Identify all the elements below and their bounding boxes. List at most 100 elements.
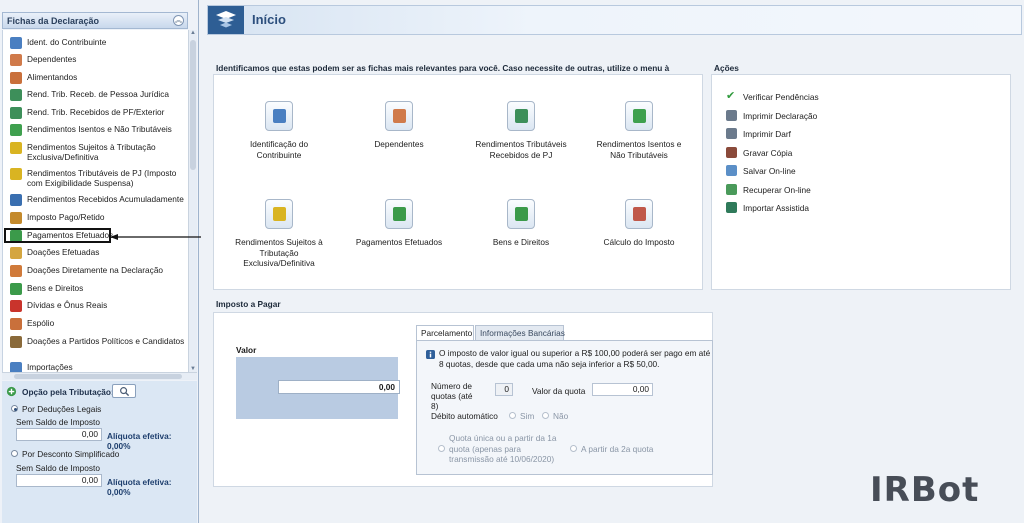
coin-icon — [10, 212, 22, 224]
sidebar-item-label: Bens e Direitos — [27, 283, 84, 293]
sidebar-item-6[interactable]: Rendimentos Isentos e Não Tributáveis — [3, 123, 188, 139]
acao-7[interactable]: Importar Assistida — [726, 202, 876, 214]
acoes-list: ✔ Verificar Pendências Imprimir Declaração… — [711, 74, 1011, 290]
money-bag-icon — [10, 283, 22, 295]
ficha-shortcut-8[interactable]: Cálculo do Imposto — [589, 199, 689, 279]
person-icon — [265, 101, 293, 131]
ficha-shortcut-1[interactable]: Identificação do Contribuinte — [229, 101, 329, 181]
quota-unica-label: Quota única ou a partir da 1a quota (ape… — [449, 433, 557, 464]
sidebar-item-14[interactable]: Bens e Direitos — [3, 282, 188, 298]
money-transfer-icon — [10, 89, 22, 101]
sidebar-item-3[interactable]: Alimentandos — [3, 71, 188, 87]
sidebar-item-10[interactable]: Imposto Pago/Retido — [3, 211, 188, 227]
check-doc-icon — [625, 101, 653, 131]
acao-1[interactable]: ✔ Verificar Pendências — [726, 91, 876, 103]
ficha-shortcut-3[interactable]: Rendimentos Tributáveis Recebidos de PJ — [471, 101, 571, 181]
sidebar-item-8[interactable]: Rendimentos Tributáveis de PJ (Imposto c… — [3, 167, 188, 189]
ficha-shortcut-5[interactable]: Rendimentos Sujeitos à Tributação Exclus… — [229, 199, 329, 279]
receita-logo-icon — [208, 6, 244, 34]
fichas-menu: Ident. do Contribuinte Dependentes Aliment… — [2, 30, 188, 372]
simplificado-value-field: 0,00 — [16, 474, 102, 487]
acao-3[interactable]: Imprimir Darf — [726, 128, 876, 140]
cloud-upload-icon — [726, 165, 737, 176]
radio-deducoes-legais[interactable] — [11, 405, 18, 412]
chevron-double-up-icon[interactable]: ︽ — [173, 15, 184, 26]
num-quotas-field[interactable]: 0 — [495, 383, 513, 396]
sidebar-item-18[interactable]: Importações — [3, 361, 188, 372]
sidebar-item-16[interactable]: Espólio — [3, 317, 188, 333]
ficha-shortcut-4[interactable]: Rendimentos Isentos e Não Tributáveis — [589, 101, 689, 181]
acao-6[interactable]: Recuperar On-line — [726, 183, 876, 196]
sidebar-item-label: Doações Efetuadas — [27, 247, 100, 257]
money-transfer-icon — [507, 101, 535, 131]
handshake-icon — [10, 336, 22, 348]
deducoes-aliquota: Alíquota efetiva: 0,00% — [107, 431, 172, 451]
acao-label: Verificar Pendências — [743, 92, 819, 102]
acao-label: Imprimir Declaração — [743, 110, 818, 121]
fichas-panel: Identificamos que estas podem ser as fic… — [213, 55, 703, 290]
acao-5[interactable]: Salvar On-line — [726, 165, 876, 177]
refresh-icon — [10, 194, 22, 206]
pointer-arrow — [110, 234, 214, 240]
acao-label: Salvar On-line — [743, 166, 796, 176]
family-icon — [10, 72, 22, 84]
sidebar-item-17[interactable]: Doações a Partidos Políticos e Candidato… — [3, 335, 188, 357]
person-icon — [10, 37, 22, 49]
radio-desconto-simplificado[interactable] — [11, 450, 18, 457]
radio-debito-sim[interactable] — [509, 412, 516, 419]
house-icon — [10, 318, 22, 330]
scroll-up-icon[interactable]: ▲ — [190, 30, 196, 36]
ficha-label: Identificação do Contribuinte — [249, 139, 309, 160]
sidebar-item-9[interactable]: Rendimentos Recebidos Acumuladamente — [3, 193, 188, 209]
parcelamento-content: O imposto de valor igual ou superior a R… — [416, 340, 713, 475]
menu-scroll-thumb[interactable] — [190, 40, 196, 170]
debito-nao-label: Não — [553, 411, 569, 421]
acao-2[interactable]: Imprimir Declaração — [726, 109, 876, 122]
money-transfer-icon — [10, 107, 22, 119]
sidebar-item-15[interactable]: Dívidas e Ônus Reais — [3, 299, 188, 315]
sidebar-title: Fichas da Declaração — [7, 16, 100, 26]
sidebar-item-label: Alimentandos — [27, 72, 78, 82]
radio-quota-unica[interactable] — [438, 445, 445, 452]
ficha-shortcut-2[interactable]: Dependentes — [349, 101, 449, 181]
tributacao-header: Opção pela Tributação: — [4, 383, 196, 399]
sidebar-item-1[interactable]: Ident. do Contribuinte — [3, 36, 188, 52]
sidebar-item-label: Rend. Trib. Recebidos de PF/Exterior — [27, 107, 165, 117]
sidebar-item-5[interactable]: Rend. Trib. Recebidos de PF/Exterior — [3, 106, 188, 122]
acao-4[interactable]: Gravar Cópia — [726, 146, 876, 159]
down-arrow-icon — [10, 300, 22, 312]
num-quotas-label: Número de quotas (até 8) — [431, 381, 473, 411]
ficha-shortcut-7[interactable]: Bens e Direitos — [471, 199, 571, 279]
sidebar-item-label: Rend. Trib. Receb. de Pessoa Jurídica — [27, 89, 170, 99]
top-bar: Início — [207, 5, 1022, 35]
sidebar-item-label: Importações — [27, 362, 73, 372]
option-simplificado-label: Por Desconto Simplificado — [22, 449, 120, 459]
tax-option-icon — [6, 386, 17, 397]
radio-debito-nao[interactable] — [542, 412, 549, 419]
sidebar-header: Fichas da Declaração ︽ — [2, 12, 188, 29]
menu-scrollbar[interactable]: ▲ ▼ — [188, 30, 197, 372]
search-button[interactable] — [112, 384, 136, 398]
menu-horizontal-scrollbar[interactable] — [2, 372, 197, 380]
tab-parcelamento[interactable]: Parcelamento — [416, 325, 474, 341]
imposto-panel: Valor 0,00 Parcelamento Informações Banc… — [213, 312, 713, 487]
search-icon — [120, 387, 130, 397]
sidebar-item-2[interactable]: Dependentes — [3, 53, 188, 69]
hscroll-thumb[interactable] — [14, 374, 182, 379]
tributacao-panel: Opção pela Tributação: Por Deduções Lega… — [2, 381, 197, 523]
sidebar-item-4[interactable]: Rend. Trib. Receb. de Pessoa Jurídica — [3, 88, 188, 104]
percent-icon — [625, 199, 653, 229]
sidebar-item-label: Imposto Pago/Retido — [27, 212, 105, 222]
card-icon — [385, 199, 413, 229]
irbot-watermark: IRBot — [870, 470, 980, 510]
radio-segunda-quota[interactable] — [570, 445, 577, 452]
sidebar-item-7[interactable]: Rendimentos Sujeitos à Tributação Exclus… — [3, 141, 188, 163]
ficha-label: Pagamentos Efetuados — [355, 237, 443, 247]
sidebar: Fichas da Declaração ︽ Ident. do Contrib… — [0, 0, 199, 523]
sidebar-item-13[interactable]: Doações Diretamente na Declaração — [3, 264, 188, 280]
page-title: Início — [252, 12, 286, 27]
ficha-shortcut-6[interactable]: Pagamentos Efetuados — [349, 199, 449, 279]
tab-informacoes-bancarias[interactable]: Informações Bancárias — [475, 325, 565, 341]
globe-icon — [726, 202, 737, 213]
sidebar-item-12[interactable]: Doações Efetuadas — [3, 246, 188, 262]
